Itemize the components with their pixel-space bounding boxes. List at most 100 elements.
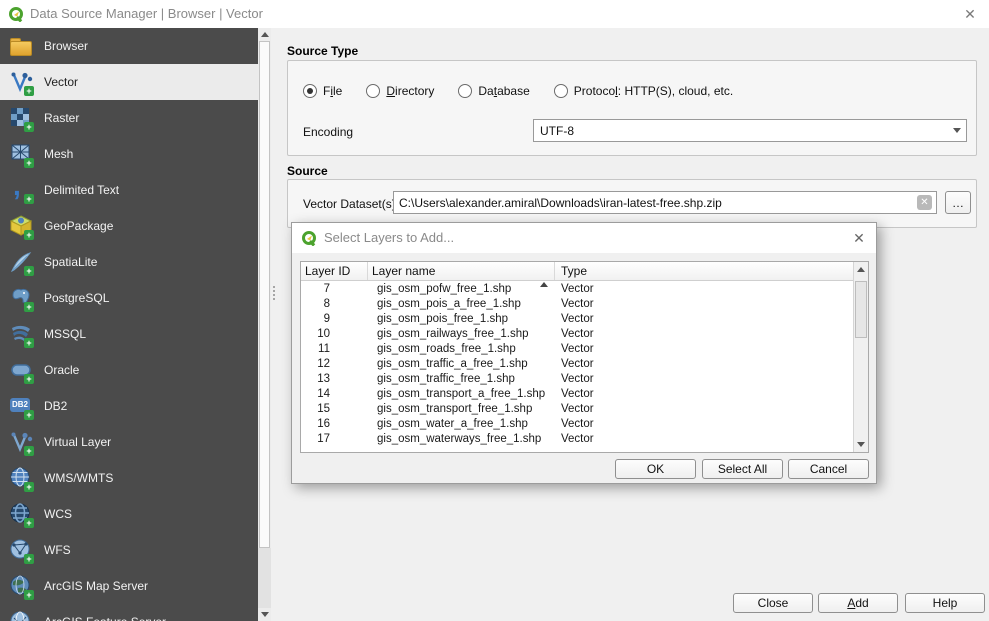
layer-name-cell: gis_osm_pois_free_1.shp — [368, 313, 555, 325]
sidebar-item-arcgis-map-server[interactable]: + ArcGIS Map Server — [0, 568, 258, 604]
help-button[interactable]: Help — [905, 593, 985, 613]
layer-type-cell: Vector — [555, 358, 868, 370]
scroll-up-icon[interactable] — [258, 28, 271, 41]
sidebar-item-wfs[interactable]: + WFS — [0, 532, 258, 568]
sidebar-item-label: Virtual Layer — [44, 435, 111, 449]
dialog-close-icon[interactable]: ✕ — [846, 224, 872, 252]
table-row[interactable]: 9 gis_osm_pois_free_1.shp Vector — [301, 311, 868, 326]
scroll-down-icon[interactable] — [258, 608, 271, 621]
sidebar-item-spatialite[interactable]: + SpatiaLite — [0, 244, 258, 280]
layer-name-cell: gis_osm_transport_free_1.shp — [368, 403, 555, 415]
sidebar-item-vector[interactable]: + Vector — [0, 64, 258, 100]
splitter-handle[interactable] — [271, 284, 277, 302]
table-row[interactable]: 11 gis_osm_roads_free_1.shp Vector — [301, 341, 868, 356]
radio-database[interactable]: Database — [458, 84, 529, 98]
qgis-logo-icon — [8, 6, 24, 27]
sidebar-item-mssql[interactable]: + MSSQL — [0, 316, 258, 352]
table-scrollbar-thumb[interactable] — [855, 281, 867, 338]
layer-name-cell: gis_osm_water_a_free_1.shp — [368, 418, 555, 430]
table-row[interactable]: 16 gis_osm_water_a_free_1.shp Vector — [301, 416, 868, 431]
scroll-up-icon[interactable] — [854, 262, 868, 277]
sidebar-item-label: WCS — [44, 507, 72, 521]
table-row[interactable]: 15 gis_osm_transport_free_1.shp Vector — [301, 401, 868, 416]
title-bar: Data Source Manager | Browser | Vector ✕ — [0, 0, 989, 28]
sidebar-item-postgresql[interactable]: + PostgreSQL — [0, 280, 258, 316]
radio-circle — [303, 84, 317, 98]
source-heading: Source — [287, 164, 328, 178]
table-scrollbar[interactable] — [853, 262, 868, 452]
ok-button[interactable]: OK — [615, 459, 696, 479]
select-all-button[interactable]: Select All — [702, 459, 783, 479]
sidebar-item-delimited-text[interactable]: , + Delimited Text — [0, 172, 258, 208]
data-source-manager-window: Data Source Manager | Browser | Vector ✕… — [0, 0, 989, 621]
layer-id-cell: 10 — [301, 328, 368, 340]
layer-name-cell: gis_osm_traffic_a_free_1.shp — [368, 358, 555, 370]
plus-badge-icon: + — [24, 302, 34, 312]
radio-protocol[interactable]: Protocol: HTTP(S), cloud, etc. — [554, 84, 733, 98]
radio-directory[interactable]: Directory — [366, 84, 434, 98]
sidebar-item-wms-wmts[interactable]: + WMS/WMTS — [0, 460, 258, 496]
sidebar-item-label: SpatiaLite — [44, 255, 97, 269]
sort-ascending-icon — [540, 268, 548, 282]
sidebar-scrollbar[interactable] — [258, 28, 271, 621]
dialog-title-bar: Select Layers to Add... ✕ — [292, 223, 876, 253]
vector-dataset-input[interactable] — [393, 191, 937, 214]
sidebar-item-browser[interactable]: Browser — [0, 28, 258, 64]
folder-icon — [9, 34, 33, 58]
source-type-sidebar: Browser + Vector + Raster — [0, 28, 258, 621]
layer-id-cell: 9 — [301, 313, 368, 325]
radio-file[interactable]: File — [303, 84, 342, 98]
sidebar-item-mesh[interactable]: + Mesh — [0, 136, 258, 172]
layer-type-cell: Vector — [555, 418, 868, 430]
source-type-heading: Source Type — [287, 44, 358, 58]
table-row[interactable]: 13 gis_osm_traffic_free_1.shp Vector — [301, 371, 868, 386]
vector-icon: + — [9, 70, 33, 94]
add-button[interactable]: Add — [818, 593, 898, 613]
sidebar-item-db2[interactable]: DB2 + DB2 — [0, 388, 258, 424]
sidebar-item-raster[interactable]: + Raster — [0, 100, 258, 136]
plus-badge-icon: + — [24, 158, 34, 168]
sidebar-scrollbar-thumb[interactable] — [259, 41, 270, 548]
table-row[interactable]: 10 gis_osm_railways_free_1.shp Vector — [301, 326, 868, 341]
encoding-dropdown[interactable]: UTF-8 — [533, 119, 967, 142]
sidebar-item-arcgis-feature-server[interactable]: + ArcGIS Feature Server — [0, 604, 258, 621]
sidebar-item-label: WMS/WMTS — [44, 471, 113, 485]
clear-text-icon[interactable]: ✕ — [917, 195, 932, 210]
sidebar-item-label: MSSQL — [44, 327, 86, 341]
plus-badge-icon: + — [24, 374, 34, 384]
layer-id-cell: 13 — [301, 373, 368, 385]
table-row[interactable]: 12 gis_osm_traffic_a_free_1.shp Vector — [301, 356, 868, 371]
table-row[interactable]: 7 gis_osm_pofw_free_1.shp Vector — [301, 281, 868, 296]
mesh-icon: + — [9, 142, 33, 166]
sidebar-item-virtual-layer[interactable]: + Virtual Layer — [0, 424, 258, 460]
plus-badge-icon: + — [24, 122, 34, 132]
plus-badge-icon: + — [24, 446, 34, 456]
sidebar-scrollbar-track[interactable] — [258, 548, 271, 608]
close-button[interactable]: Close — [733, 593, 813, 613]
cancel-button[interactable]: Cancel — [788, 459, 869, 479]
table-body: 7 gis_osm_pofw_free_1.shp Vector 8 gis_o… — [301, 281, 868, 446]
plus-badge-icon: + — [24, 194, 34, 204]
column-header-type[interactable]: Type — [555, 262, 868, 280]
table-row[interactable]: 17 gis_osm_waterways_free_1.shp Vector — [301, 431, 868, 446]
column-header-layer-id[interactable]: Layer ID — [301, 262, 368, 280]
table-row[interactable]: 14 gis_osm_transport_a_free_1.shp Vector — [301, 386, 868, 401]
radio-circle — [366, 84, 380, 98]
sidebar-item-geopackage[interactable]: + GeoPackage — [0, 208, 258, 244]
column-header-layer-name[interactable]: Layer name — [368, 262, 555, 280]
sidebar-item-wcs[interactable]: + WCS — [0, 496, 258, 532]
plus-badge-icon: + — [24, 554, 34, 564]
layer-type-cell: Vector — [555, 433, 868, 445]
scroll-down-icon[interactable] — [854, 437, 868, 452]
window-title: Data Source Manager | Browser | Vector — [30, 0, 263, 28]
sidebar-item-oracle[interactable]: + Oracle — [0, 352, 258, 388]
layer-type-cell: Vector — [555, 343, 868, 355]
raster-icon: + — [9, 106, 33, 130]
virtual-layer-icon: + — [9, 430, 33, 454]
layer-id-cell: 7 — [301, 283, 368, 295]
window-close-icon[interactable]: ✕ — [957, 0, 983, 28]
sidebar-item-label: Raster — [44, 111, 79, 125]
table-row[interactable]: 8 gis_osm_pois_a_free_1.shp Vector — [301, 296, 868, 311]
sidebar-item-label: PostgreSQL — [44, 291, 109, 305]
browse-button[interactable]: … — [945, 191, 971, 214]
